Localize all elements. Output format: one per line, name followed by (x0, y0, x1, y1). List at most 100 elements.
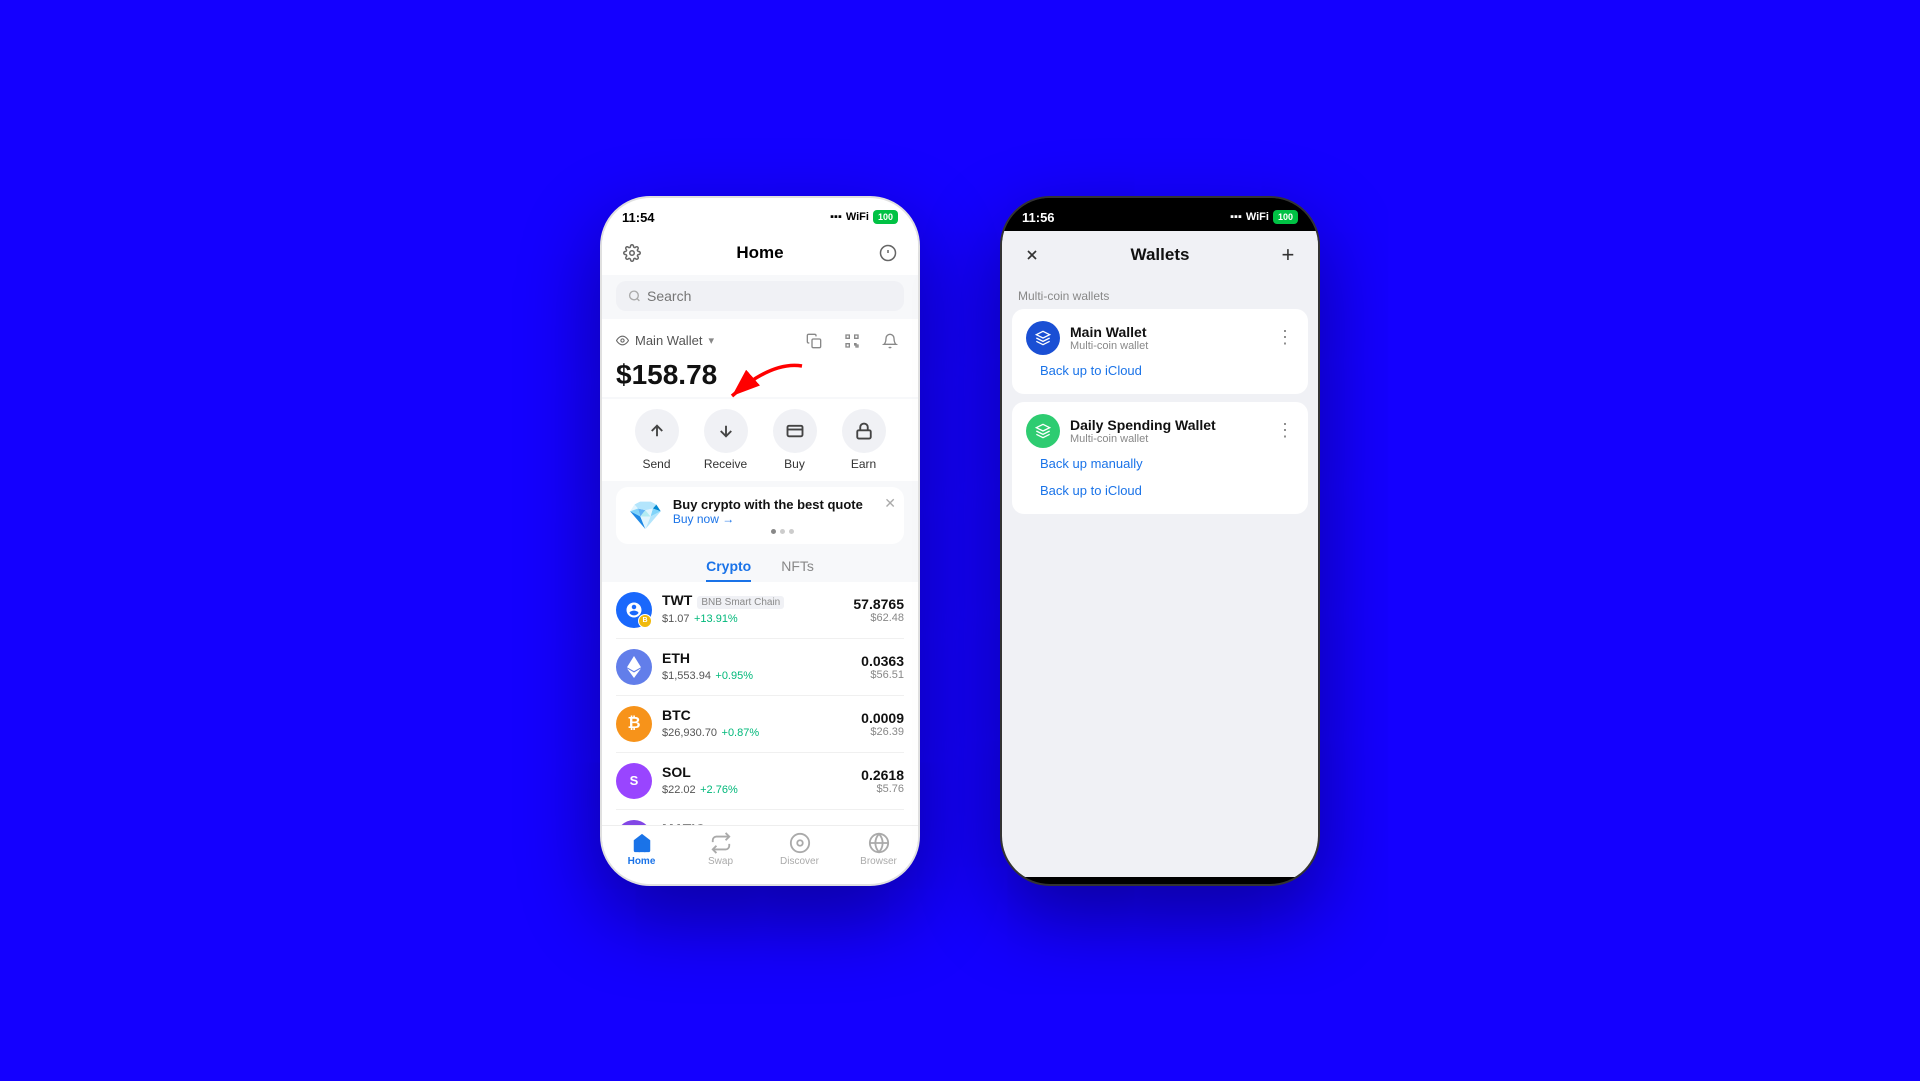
main-wallet-menu-button[interactable]: ⋮ (1276, 327, 1294, 348)
bottom-nav: Home Swap Discover Browser (602, 825, 918, 877)
battery-badge-right: 100 (1273, 210, 1298, 224)
wallets-section-label: Multi-coin wallets (1002, 279, 1318, 309)
earn-label: Earn (851, 457, 876, 471)
crypto-change-twt: +13.91% (694, 613, 738, 625)
buy-button[interactable]: Buy (773, 409, 817, 471)
crypto-symbol-eth: ETH (662, 650, 690, 666)
promo-dot-3 (789, 529, 794, 534)
buy-label: Buy (784, 457, 805, 471)
list-item-btc[interactable]: ₿ BTC $26,930.70 +0.87% 0.0009 $26.39 (616, 696, 904, 753)
home-icon (631, 832, 653, 854)
crypto-symbol-sol: SOL (662, 764, 691, 780)
battery-badge-left: 100 (873, 210, 898, 224)
copy-button[interactable] (800, 327, 828, 355)
earn-button[interactable]: Earn (842, 409, 886, 471)
promo-dot-2 (780, 529, 785, 534)
signal-icon-right: ▪▪▪ (1230, 211, 1242, 223)
send-button[interactable]: Send (635, 409, 679, 471)
daily-wallet-backup-icloud[interactable]: Back up to iCloud (1026, 475, 1294, 502)
page-title: Home (736, 243, 783, 263)
tab-nfts[interactable]: NFTs (781, 558, 814, 582)
nav-swap-label: Swap (708, 856, 733, 867)
left-phone: 11:54 ▪▪▪ WiFi 100 Home (600, 196, 920, 886)
right-phone: 11:56 ▪▪▪ WiFi 100 Wallets + Multi-coin … (1000, 196, 1320, 886)
receive-button[interactable]: Receive (704, 409, 748, 471)
nav-home-label: Home (628, 856, 656, 867)
add-wallet-button[interactable]: + (1274, 241, 1302, 269)
lock-icon-button[interactable] (874, 239, 902, 267)
browser-icon (868, 832, 890, 854)
status-bar-left: 11:54 ▪▪▪ WiFi 100 (602, 198, 918, 231)
swap-icon (710, 832, 732, 854)
main-wallet-backup-icloud[interactable]: Back up to iCloud (1026, 355, 1294, 382)
crypto-list: B TWT BNB Smart Chain $1.07 +13.91% 57.8… (602, 582, 918, 825)
main-wallet-name: Main Wallet (1070, 324, 1266, 340)
bell-button[interactable] (876, 327, 904, 355)
main-wallet-card[interactable]: Main Wallet Multi-coin wallet ⋮ Back up … (1012, 309, 1308, 394)
list-item-sol[interactable]: S SOL $22.02 +2.76% 0.2618 $5.76 (616, 753, 904, 810)
time-left: 11:54 (622, 210, 655, 225)
nav-discover[interactable]: Discover (760, 832, 839, 867)
crypto-usd-eth: $56.51 (861, 669, 904, 681)
list-item-twt[interactable]: B TWT BNB Smart Chain $1.07 +13.91% 57.8… (616, 582, 904, 639)
crypto-usd-twt: $62.48 (853, 612, 904, 624)
crypto-price-eth: $1,553.94 (662, 670, 711, 682)
signal-icon: ▪▪▪ (830, 211, 842, 223)
close-button[interactable] (1018, 241, 1046, 269)
top-nav: Home (602, 231, 918, 275)
send-label: Send (642, 457, 670, 471)
crypto-symbol-twt: TWT (662, 592, 692, 608)
search-icon (628, 289, 641, 303)
promo-banner: 💎 Buy crypto with the best quote Buy now… (616, 487, 904, 544)
discover-icon (789, 832, 811, 854)
tab-crypto[interactable]: Crypto (706, 558, 751, 582)
daily-wallet-backup-manual[interactable]: Back up manually (1026, 448, 1294, 475)
crypto-bal-twt: 57.8765 (853, 596, 904, 612)
crypto-usd-btc: $26.39 (861, 726, 904, 738)
chain-badge-twt: B (638, 614, 652, 628)
main-wallet-icon (1026, 321, 1060, 355)
wallets-title: Wallets (1131, 245, 1190, 265)
settings-button[interactable] (618, 239, 646, 267)
daily-wallet-icon (1026, 414, 1060, 448)
promo-icon: 💎 (628, 499, 663, 532)
list-item-matic[interactable]: M MATIC $0.84 +1.02% 5.8417 $4.91 (616, 810, 904, 825)
crypto-change-btc: +0.87% (722, 727, 760, 739)
wifi-icon: WiFi (846, 211, 869, 223)
wallet-balance: $158.78 (616, 359, 904, 391)
crypto-change-eth: +0.95% (715, 670, 753, 682)
time-right: 11:56 (1022, 210, 1055, 225)
crypto-chain-twt: BNB Smart Chain (697, 596, 784, 609)
search-input[interactable] (647, 288, 892, 304)
wifi-icon-right: WiFi (1246, 211, 1269, 223)
status-bar-right: 11:56 ▪▪▪ WiFi 100 (1002, 198, 1318, 231)
wallets-header: Wallets + (1002, 231, 1318, 279)
crypto-bal-sol: 0.2618 (861, 767, 904, 783)
nav-home[interactable]: Home (602, 832, 681, 867)
wallets-screen: Wallets + Multi-coin wallets Main Wallet… (1002, 231, 1318, 877)
promo-close-button[interactable]: ✕ (884, 495, 896, 512)
daily-wallet-card[interactable]: Daily Spending Wallet Multi-coin wallet … (1012, 402, 1308, 514)
crypto-usd-sol: $5.76 (861, 783, 904, 795)
promo-link[interactable]: Buy now → (673, 512, 892, 526)
list-item-eth[interactable]: ETH $1,553.94 +0.95% 0.0363 $56.51 (616, 639, 904, 696)
nav-discover-label: Discover (780, 856, 819, 867)
daily-wallet-menu-button[interactable]: ⋮ (1276, 420, 1294, 441)
wallet-name: Main Wallet (635, 333, 702, 348)
crypto-nft-tabs: Crypto NFTs (602, 550, 918, 582)
crypto-change-sol: +2.76% (700, 784, 738, 796)
promo-dot-1 (771, 529, 776, 534)
nav-browser-label: Browser (860, 856, 897, 867)
dropdown-icon[interactable]: ▾ (708, 334, 714, 347)
nav-browser[interactable]: Browser (839, 832, 918, 867)
promo-title: Buy crypto with the best quote (673, 497, 892, 512)
nav-swap[interactable]: Swap (681, 832, 760, 867)
search-bar[interactable] (616, 281, 904, 311)
crypto-bal-btc: 0.0009 (861, 710, 904, 726)
eye-icon (616, 334, 629, 347)
scan-button[interactable] (838, 327, 866, 355)
crypto-symbol-btc: BTC (662, 707, 691, 723)
daily-wallet-name: Daily Spending Wallet (1070, 417, 1266, 433)
crypto-bal-eth: 0.0363 (861, 653, 904, 669)
receive-label: Receive (704, 457, 747, 471)
